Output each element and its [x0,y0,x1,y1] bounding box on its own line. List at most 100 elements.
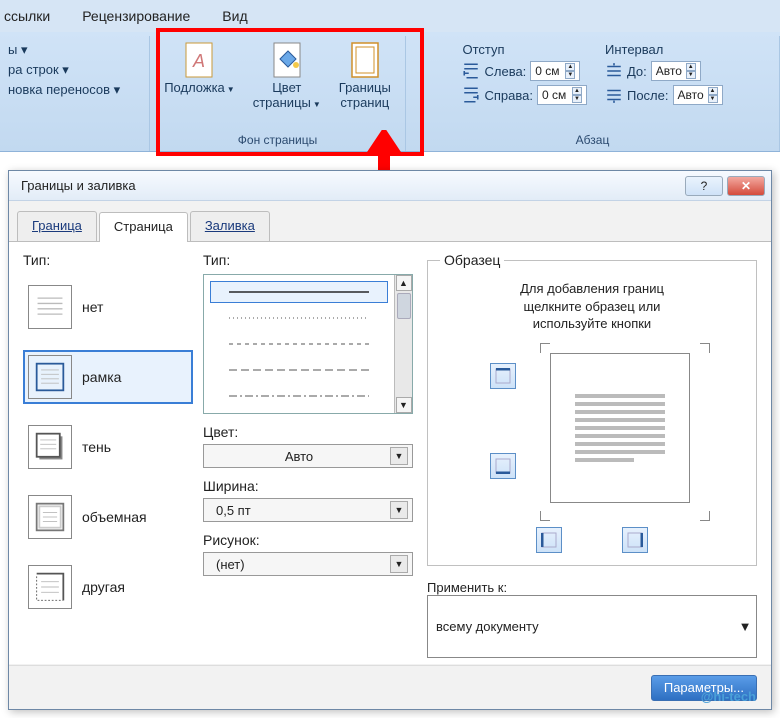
border-type-box[interactable]: рамка [23,350,193,404]
spinner-down-icon[interactable]: ▼ [565,71,575,79]
watermark-label: Подложка [164,80,225,95]
chevron-down-icon: ▼ [734,619,756,634]
scroll-up-icon[interactable]: ▲ [396,275,412,291]
width-dropdown[interactable]: 0,5 пт ▼ [203,498,413,522]
apply-to-row: Применить к: [427,580,757,595]
border-type-3d[interactable]: объемная [23,490,193,544]
indent-right-row: Справа: 0 см▲▼ [462,85,587,105]
spinner-up-icon[interactable]: ▲ [686,63,696,71]
chevron-down-icon: ▼ [390,555,408,573]
border-shadow-label: тень [82,439,111,455]
preview-lines-icon [575,390,665,466]
sample-fieldset: Образец Для добавления границ щелкните о… [427,252,757,566]
dialog-titlebar: Границы и заливка ? ✕ [9,171,771,201]
line-style-listbox[interactable]: ▲ ▼ [203,274,413,414]
page-bg-group-label: Фон страницы [158,131,397,151]
close-icon: ✕ [741,179,751,193]
spinner-down-icon[interactable]: ▼ [572,95,582,103]
group-left-label [8,145,141,151]
menu-references[interactable]: ссылки [0,6,54,26]
menu-bar: ссылки Рецензирование Вид [0,0,780,32]
spacing-after-label: После: [627,88,669,103]
watermark-button[interactable]: A Подложка▼ [159,38,240,99]
spinner-down-icon[interactable]: ▼ [708,95,718,103]
left-row-2[interactable]: ра строк ▾ [8,62,120,78]
border-type-none[interactable]: нет [23,280,193,334]
spacing-column: Интервал До: Авто▲▼ После: Авто▲▼ [605,38,723,105]
spacing-after-icon [605,86,623,104]
menu-review[interactable]: Рецензирование [78,6,194,26]
indent-right-icon [462,86,480,104]
menu-view[interactable]: Вид [218,6,251,26]
indent-left-icon [462,62,480,80]
page-preview[interactable] [550,353,690,503]
toggle-bottom-border-button[interactable] [490,453,516,479]
style-column: Тип: ▲ ▼ Цвет: Авто ▼ Ширина: [203,252,413,658]
spinner-up-icon[interactable]: ▲ [572,87,582,95]
apply-to-dropdown[interactable]: всему документу ▼ [427,595,757,658]
scroll-down-icon[interactable]: ▼ [396,397,412,413]
border-3d-label: объемная [82,509,147,525]
line-style-dotted-fine[interactable] [210,307,388,329]
corner-marker [700,511,710,521]
line-style-solid[interactable] [210,281,388,303]
toggle-right-border-button[interactable] [622,527,648,553]
dialog-title: Границы и заливка [21,178,681,193]
page-color-button[interactable]: Цвет страницы▼ [248,38,326,114]
spinner-up-icon[interactable]: ▲ [565,63,575,71]
border-type-custom[interactable]: другая [23,560,193,614]
page-borders-button[interactable]: Границы страниц [334,38,396,114]
color-label: Цвет: [203,424,413,440]
tab-fill[interactable]: Заливка [190,211,270,241]
scroll-thumb[interactable] [397,293,411,319]
ribbon-group-left-partial: ы ▾ ра строк ▾ новка переносов ▾ [0,36,150,151]
corner-marker [540,343,550,353]
tab-page[interactable]: Страница [99,212,188,242]
art-dropdown[interactable]: (нет) ▼ [203,552,413,576]
width-label: Ширина: [203,478,413,494]
spacing-after-input[interactable]: Авто▲▼ [673,85,723,105]
line-style-dashed-long[interactable] [210,359,388,381]
dialog-help-button[interactable]: ? [685,176,723,196]
page-border-icon [348,41,382,81]
indent-heading: Отступ [462,42,587,57]
page-color-label: Цвет страницы [253,80,311,110]
border-custom-label: другая [82,579,125,595]
dialog-footer: Параметры... [9,665,771,709]
color-dropdown[interactable]: Авто ▼ [203,444,413,468]
sample-legend: Образец [440,252,504,268]
indent-left-label: Слева: [484,64,526,79]
toggle-top-border-button[interactable] [490,363,516,389]
dialog-close-button[interactable]: ✕ [727,176,765,196]
line-style-dashdot[interactable] [210,385,388,407]
chevron-down-icon: ▼ [390,447,408,465]
style-scrollbar[interactable]: ▲ ▼ [394,275,412,413]
color-value: Авто [208,449,390,464]
chevron-down-icon: ▼ [313,100,321,109]
style-label: Тип: [203,252,413,268]
indent-right-input[interactable]: 0 см▲▼ [537,85,587,105]
apply-to-label: Применить к: [427,580,507,595]
indent-right-label: Справа: [484,88,533,103]
line-style-dashed-short[interactable] [210,333,388,355]
spinner-down-icon[interactable]: ▼ [686,71,696,79]
border-box-icon [28,355,72,399]
width-value: 0,5 пт [208,503,390,518]
indent-left-input[interactable]: 0 см▲▼ [530,61,580,81]
border-3d-icon [28,495,72,539]
left-row-3[interactable]: новка переносов ▾ [8,82,120,98]
left-row-1[interactable]: ы ▾ [8,42,120,58]
border-type-column: Тип: нет рамка тень объемная другая [23,252,193,658]
svg-text:A: A [192,51,205,71]
spinner-up-icon[interactable]: ▲ [708,87,718,95]
tab-border[interactable]: Граница [17,211,97,241]
art-value: (нет) [208,557,390,572]
page-borders-label: Границы страниц [339,81,391,111]
sample-instructions: Для добавления границ щелкните образец и… [440,280,744,333]
ribbon-group-paragraph: Отступ Слева: 0 см▲▼ Справа: 0 см▲▼ Инте… [406,36,780,151]
spacing-before-input[interactable]: Авто▲▼ [651,61,701,81]
chevron-down-icon: ▼ [227,85,235,94]
toggle-left-border-button[interactable] [536,527,562,553]
spacing-before-label: До: [627,64,647,79]
border-type-shadow[interactable]: тень [23,420,193,474]
